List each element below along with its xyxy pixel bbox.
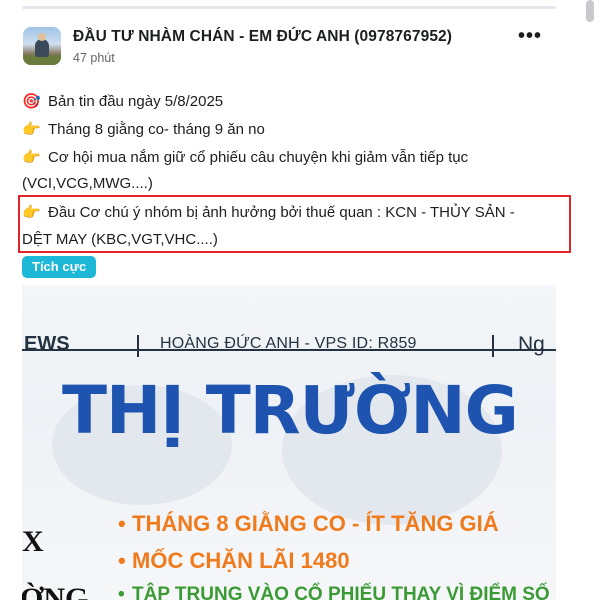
side-text-partial: X: [22, 525, 44, 558]
divider: [492, 335, 494, 357]
pointing-hand-icon: 👉: [22, 121, 41, 138]
banner-title: THỊ TRƯỜNG: [62, 372, 519, 449]
side-text-partial: ỜNG: [22, 582, 89, 600]
banner-bullet: • THÁNG 8 GIẰNG CO - ÍT TĂNG GIÁ: [118, 511, 499, 536]
post-time[interactable]: 47 phút: [73, 51, 115, 65]
post-line: 👉 Tháng 8 giằng co- tháng 9 ăn no: [22, 120, 265, 138]
header-rule: [22, 349, 556, 351]
more-options-icon[interactable]: •••: [518, 26, 542, 46]
post-line-text: Cơ hội mua nắm giữ cổ phiếu câu chuyện k…: [48, 149, 469, 166]
post-line-continuation: (VCI,VCG,MWG....): [22, 175, 153, 192]
previous-post-divider: [22, 6, 556, 9]
highlight-box: [18, 195, 571, 253]
post-line: 👉 Cơ hội mua nắm giữ cổ phiếu câu chuyện …: [22, 148, 468, 166]
post-line-text: Tháng 8 giằng co- tháng 9 ăn no: [48, 121, 265, 138]
post-line-text: Bản tin đầu ngày 5/8/2025: [48, 93, 224, 110]
banner-bullet: • MỐC CHẶN LÃI 1480: [118, 548, 350, 573]
banner-bullet: • TẬP TRUNG VÀO CỔ PHIẾU THAY VÌ ĐIỂM SỐ …: [118, 584, 556, 600]
scrollbar[interactable]: [574, 0, 600, 600]
scrollbar-thumb[interactable]: [586, 0, 594, 22]
avatar[interactable]: [23, 27, 61, 65]
target-icon: 🎯: [22, 93, 41, 110]
post-author[interactable]: ĐẦU TƯ NHÀM CHÁN - EM ĐỨC ANH (097876795…: [73, 28, 452, 46]
post-line: 🎯 Bản tin đầu ngày 5/8/2025: [22, 92, 223, 110]
post-image[interactable]: EWS HOÀNG ĐỨC ANH - VPS ID: R859 Ng THỊ …: [22, 285, 556, 600]
sentiment-tag[interactable]: Tích cực: [22, 256, 97, 278]
news-header-bar: EWS HOÀNG ĐỨC ANH - VPS ID: R859 Ng: [22, 325, 556, 359]
divider: [137, 335, 139, 357]
pointing-hand-icon: 👉: [22, 149, 41, 166]
date-label-partial: Ng: [518, 333, 545, 356]
news-label: EWS: [24, 333, 70, 355]
